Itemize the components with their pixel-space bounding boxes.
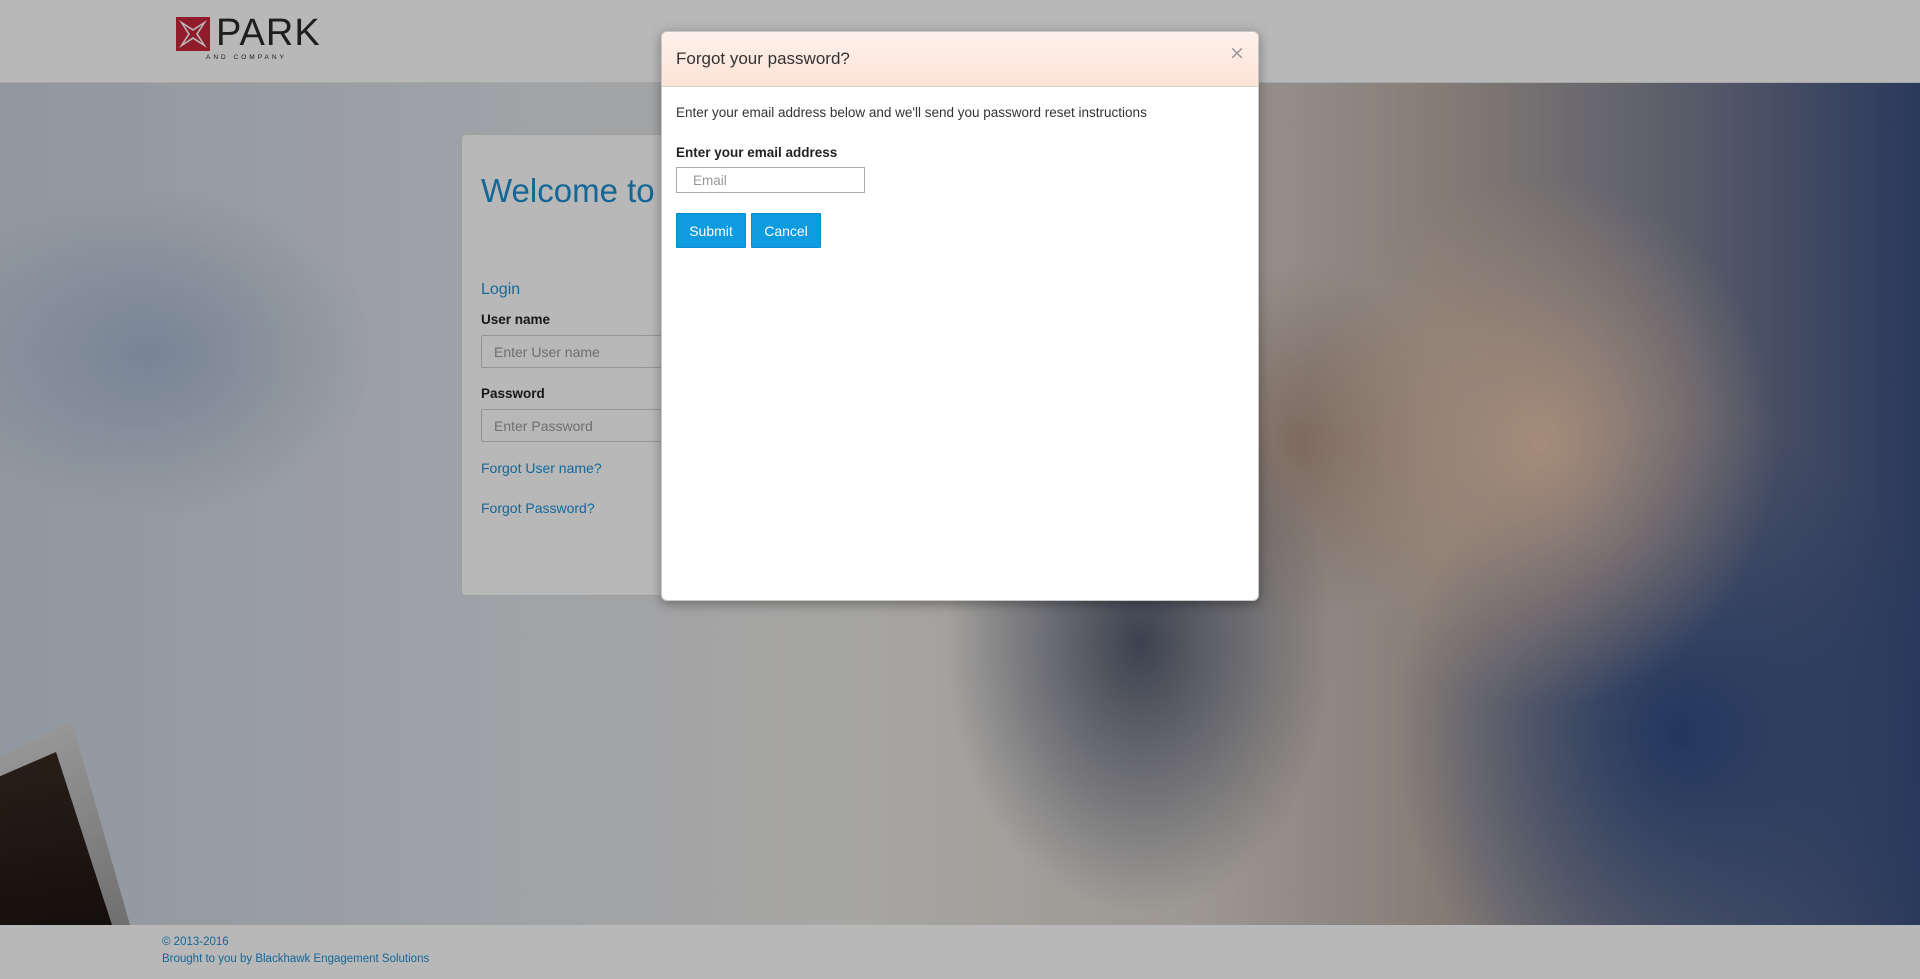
modal-title: Forgot your password? <box>676 49 850 68</box>
email-input[interactable] <box>676 167 865 193</box>
cancel-button[interactable]: Cancel <box>751 213 821 248</box>
modal-header: Forgot your password? × <box>662 32 1258 87</box>
submit-button[interactable]: Submit <box>676 213 746 248</box>
close-icon[interactable]: × <box>1228 44 1246 63</box>
email-label: Enter your email address <box>676 145 838 160</box>
modal-description: Enter your email address below and we'll… <box>676 105 1147 120</box>
forgot-password-modal: Forgot your password? × Enter your email… <box>661 31 1259 601</box>
page: PARK AND COMPANY Welcome to Park & Compa… <box>0 0 1920 979</box>
